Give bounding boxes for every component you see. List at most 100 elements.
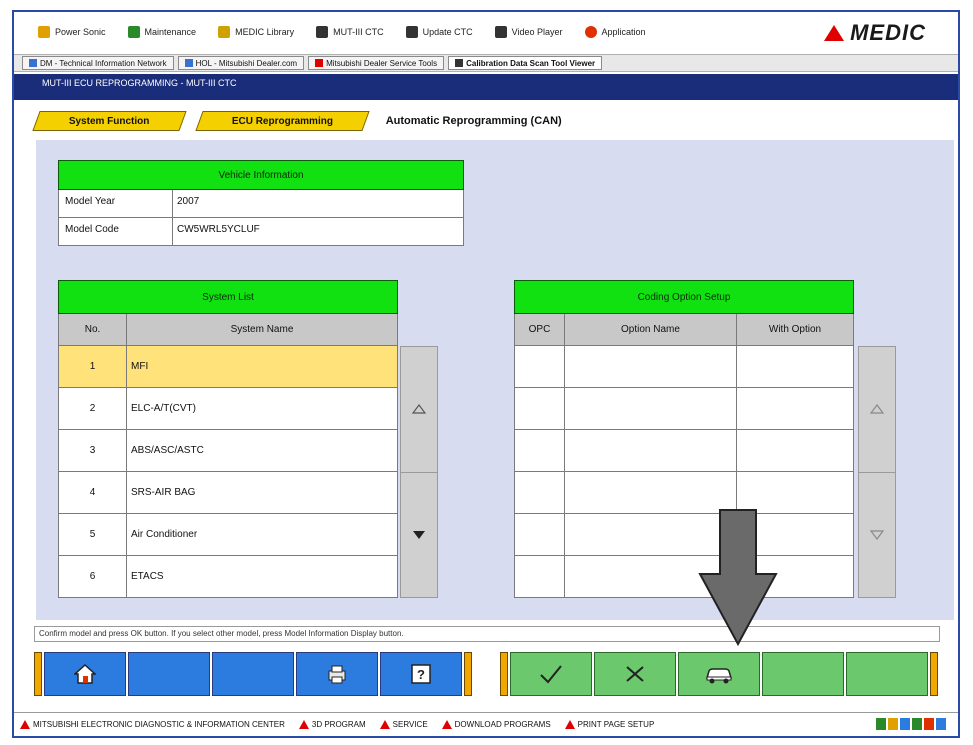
tab-label: HOL - Mitsubishi Dealer.com: [195, 58, 298, 68]
scroll-down-button[interactable]: [401, 473, 437, 598]
row-system-name: ABS/ASC/ASTC: [131, 445, 204, 456]
tray-icon[interactable]: [912, 718, 922, 730]
help-button[interactable]: ?: [380, 652, 462, 696]
page-icon: [184, 59, 193, 67]
toolbar-item-application[interactable]: Application: [584, 26, 646, 38]
page-icon: [455, 59, 464, 67]
wrench-icon: [127, 26, 140, 38]
tab-dealer[interactable]: HOL - Mitsubishi Dealer.com: [177, 56, 305, 70]
mut-icon: [316, 26, 329, 38]
tab-label: DM - Technical Information Network: [40, 58, 167, 68]
col-no: No.: [59, 314, 127, 345]
row-no: 6: [59, 556, 127, 597]
bar-endcap: [930, 652, 938, 696]
mitsubishi-logo-icon: [564, 720, 575, 729]
row-no: 2: [59, 388, 127, 429]
tab-service-tools[interactable]: Mitsubishi Dealer Service Tools: [308, 56, 445, 70]
page-title: Automatic Reprogramming (CAN): [385, 115, 562, 127]
system-list-scrollbar[interactable]: [400, 346, 438, 598]
toolbar-item-update-ctc[interactable]: Update CTC: [405, 26, 473, 38]
tray-icon[interactable]: [936, 718, 946, 730]
page-icon: [315, 59, 324, 67]
toolbar-item-power-sonic[interactable]: Power Sonic: [38, 26, 106, 38]
tray-icon[interactable]: [876, 718, 886, 730]
status-item[interactable]: SERVICE: [379, 720, 428, 729]
blank-button[interactable]: [846, 652, 928, 696]
tray-icon[interactable]: [924, 718, 934, 730]
tray-icon[interactable]: [888, 718, 898, 730]
table-row[interactable]: 4 SRS-AIR BAG: [58, 472, 398, 514]
toolbar-label: Application: [601, 27, 646, 37]
top-toolbar: Power Sonic Maintenance MEDIC Library MU…: [14, 12, 958, 52]
tab-label: ECU Reprogramming: [231, 115, 333, 127]
app-window: Power Sonic Maintenance MEDIC Library MU…: [12, 10, 960, 738]
scroll-up-button[interactable]: [401, 347, 437, 473]
status-item[interactable]: DOWNLOAD PROGRAMS: [441, 720, 551, 729]
update-icon: [405, 26, 418, 38]
status-bar: MITSUBISHI ELECTRONIC DIAGNOSTIC & INFOR…: [14, 712, 958, 736]
tab-scan-tool-viewer[interactable]: Calibration Data Scan Tool Viewer: [448, 56, 603, 70]
system-list-header: System List: [58, 280, 398, 314]
status-item[interactable]: PRINT PAGE SETUP: [564, 720, 655, 729]
breadcrumb-text: MUT-III ECU REPROGRAMMING - MUT-III CTC: [42, 78, 237, 88]
toolbar-item-video-player[interactable]: Video Player: [494, 26, 563, 38]
tab-system-function[interactable]: System Function: [32, 111, 187, 131]
cancel-button[interactable]: [594, 652, 676, 696]
toolbar-item-maintenance[interactable]: Maintenance: [127, 26, 197, 38]
toolbar-label: MUT-III CTC: [333, 27, 384, 37]
toolbar-item-mut-ctc[interactable]: MUT-III CTC: [316, 26, 384, 38]
model-code-value: CW5WRL5YCLUF: [177, 224, 260, 235]
system-tray: [874, 718, 946, 730]
toolbar-label: Maintenance: [144, 27, 197, 37]
breadcrumb: MUT-III ECU REPROGRAMMING - MUT-III CTC: [14, 74, 958, 100]
toolbar-item-medic-library[interactable]: MEDIC Library: [218, 26, 294, 38]
row-no: 5: [59, 514, 127, 555]
model-info-button[interactable]: [678, 652, 760, 696]
coding-option-scrollbar[interactable]: [858, 346, 896, 598]
chevron-up-icon: [412, 404, 426, 414]
tab-label: Mitsubishi Dealer Service Tools: [326, 58, 438, 68]
scroll-up-button[interactable]: [859, 347, 895, 473]
status-label: SERVICE: [392, 720, 428, 729]
library-icon: [218, 26, 231, 38]
blank-button[interactable]: [128, 652, 210, 696]
tab-ecu-reprogramming[interactable]: ECU Reprogramming: [194, 111, 370, 131]
video-icon: [494, 26, 507, 38]
close-icon: [626, 666, 644, 682]
toolbar-label: Video Player: [511, 27, 563, 37]
toolbar-label: Update CTC: [422, 27, 473, 37]
scroll-down-button[interactable]: [859, 473, 895, 598]
table-row[interactable]: 1 MFI: [58, 346, 398, 388]
home-button[interactable]: [44, 652, 126, 696]
blank-button[interactable]: [212, 652, 294, 696]
table-row: [514, 430, 854, 472]
lightning-icon: [38, 26, 50, 38]
mitsubishi-logo-icon: [20, 720, 30, 729]
status-item[interactable]: MITSUBISHI ELECTRONIC DIAGNOSTIC & INFOR…: [20, 720, 285, 729]
checkmark-icon: [540, 665, 562, 684]
status-item[interactable]: 3D PROGRAM: [298, 720, 366, 729]
bar-endcap: [500, 652, 508, 696]
function-tabs: System Function ECU Reprogramming Automa…: [32, 110, 562, 132]
button-bar: ?: [34, 648, 940, 698]
coding-option-table: Coding Option Setup OPC Option Name With…: [514, 280, 854, 598]
print-button[interactable]: [296, 652, 378, 696]
col-option-name: Option Name: [565, 314, 737, 345]
content-panel: Vehicle Information Model Year 2007 Mode…: [36, 140, 954, 620]
table-row[interactable]: 6 ETACS: [58, 556, 398, 598]
table-row[interactable]: 5 Air Conditioner: [58, 514, 398, 556]
status-label: MITSUBISHI ELECTRONIC DIAGNOSTIC & INFOR…: [33, 720, 285, 729]
ok-button[interactable]: [510, 652, 592, 696]
vehicle-info-table: Vehicle Information Model Year 2007 Mode…: [58, 160, 464, 246]
row-system-name: Air Conditioner: [131, 529, 198, 540]
table-row[interactable]: 2 ELC-A/T(CVT): [58, 388, 398, 430]
status-label: PRINT PAGE SETUP: [577, 720, 655, 729]
mitsubishi-logo-icon: [824, 25, 845, 41]
coding-option-header: Coding Option Setup: [514, 280, 854, 314]
tray-icon[interactable]: [900, 718, 910, 730]
blank-button[interactable]: [762, 652, 844, 696]
tab-tech-info[interactable]: DM - Technical Information Network: [22, 56, 174, 70]
table-row[interactable]: 3 ABS/ASC/ASTC: [58, 430, 398, 472]
brand-text: MEDIC: [850, 20, 926, 45]
col-with-option: With Option: [768, 324, 822, 335]
